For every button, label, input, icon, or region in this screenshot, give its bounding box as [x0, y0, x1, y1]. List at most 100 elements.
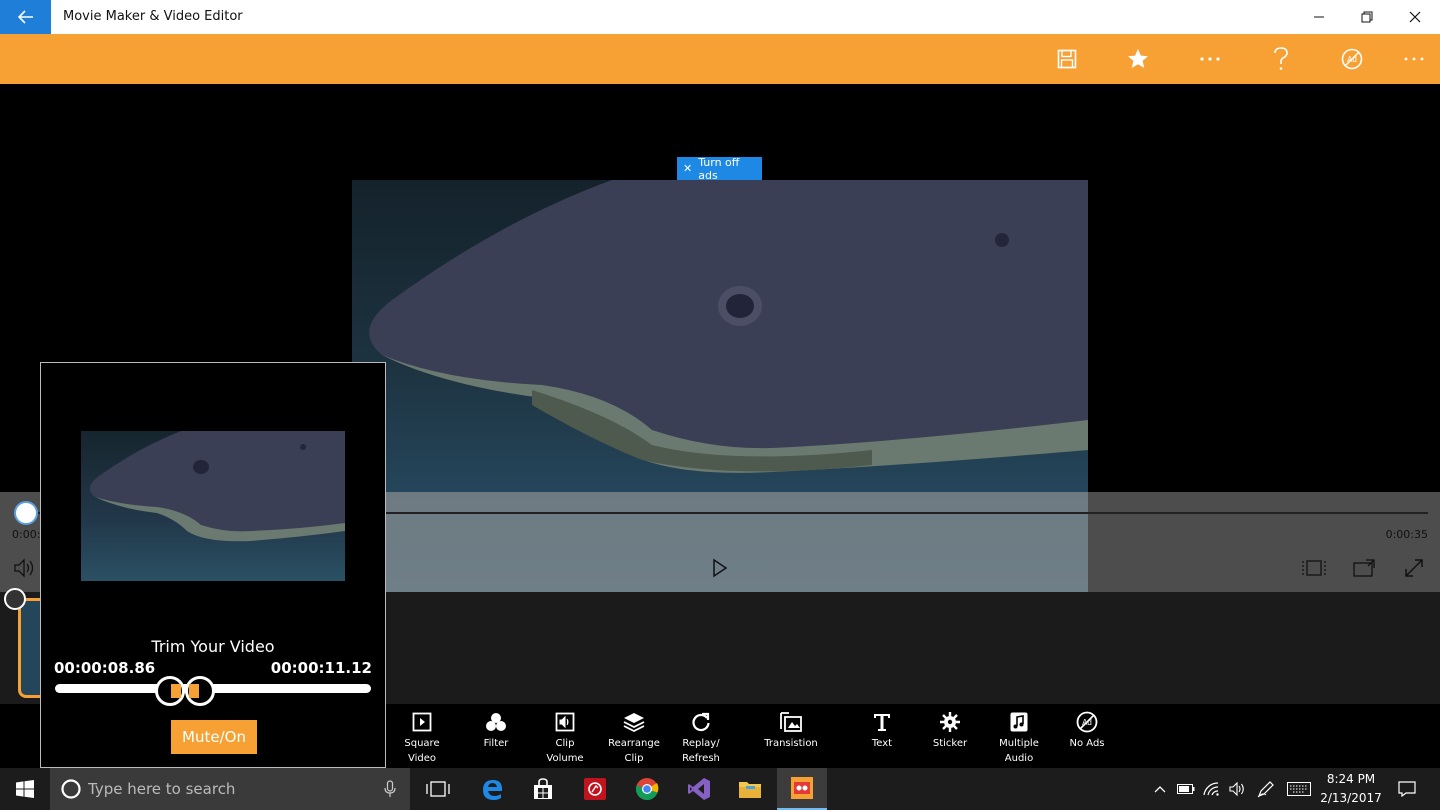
trim-start-handle[interactable]: [155, 676, 185, 706]
text-icon: [870, 710, 894, 734]
current-time: 0:00:: [12, 528, 41, 541]
volume-tray[interactable]: [1224, 768, 1252, 810]
trim-end-handle[interactable]: [185, 676, 215, 706]
pen-tray[interactable]: [1252, 768, 1280, 810]
speaker-icon: [1229, 782, 1244, 796]
search-placeholder: Type here to search: [88, 780, 236, 798]
taskbar-red-app[interactable]: [570, 768, 620, 810]
filter-icon: [484, 710, 508, 734]
clock-date: 2/13/2017: [1320, 791, 1382, 805]
tool-label-line2: Video: [407, 753, 437, 764]
tool-label-line1: Text: [871, 738, 893, 749]
restore-icon: [1361, 11, 1373, 23]
tool-replay-refresh[interactable]: Replay/ Refresh: [663, 710, 739, 766]
clip-handle[interactable]: [4, 588, 26, 610]
taskbar-edge[interactable]: [467, 768, 517, 810]
favorite-button[interactable]: [1116, 34, 1160, 84]
volume-button[interactable]: [11, 554, 39, 582]
taskbar-store[interactable]: [518, 768, 568, 810]
no-ads-button[interactable]: Ad: [1330, 34, 1374, 84]
trim-start-time: 00:00:08.86: [54, 659, 156, 677]
tool-label-line1: Replay/: [682, 738, 720, 749]
notification-icon: [1398, 781, 1416, 797]
trim-dialog: Trim Your Video 00:00:08.86 00:00:11.12 …: [40, 362, 386, 768]
tool-label-line2: Clip: [624, 753, 644, 764]
transition-icon: [779, 710, 803, 734]
tool-text[interactable]: Text: [844, 710, 920, 766]
battery-tray[interactable]: [1172, 768, 1200, 810]
app-toolbar: Ad: [0, 34, 1440, 84]
tool-no-ads[interactable]: Ad No Ads: [1049, 710, 1125, 766]
microphone-icon: [384, 780, 396, 797]
tool-label-line1: Rearrange: [608, 738, 660, 749]
taskbar-visual-studio[interactable]: [674, 768, 724, 810]
fullscreen-button[interactable]: [1400, 554, 1428, 582]
square-video-icon: [410, 710, 434, 734]
tool-label-line1: Square: [404, 738, 440, 749]
tool-label-line1: Clip: [555, 738, 575, 749]
more-button[interactable]: [1188, 34, 1232, 84]
star-icon: [1128, 49, 1148, 68]
ad-close-icon: ✕: [683, 162, 693, 175]
keyboard-tray[interactable]: [1285, 768, 1313, 810]
restore-button[interactable]: [1344, 0, 1390, 34]
turn-off-ads-link[interactable]: ✕ Turn off ads: [677, 155, 762, 182]
seek-thumb[interactable]: [14, 501, 38, 525]
mute-toggle-button[interactable]: Mute/On: [171, 720, 257, 754]
back-arrow-icon: [17, 10, 33, 24]
tool-label-line1: Filter: [483, 738, 509, 749]
tool-sticker[interactable]: Sticker: [912, 710, 988, 766]
trim-end-marker: [189, 684, 199, 698]
app-window: Movie Maker & Video Editor Ad: [0, 0, 1440, 810]
taskbar-clock[interactable]: 8:24 PM 2/13/2017: [1318, 770, 1384, 808]
trim-title: Trim Your Video: [151, 637, 275, 656]
wifi-icon: [1203, 782, 1219, 796]
minimize-button[interactable]: [1296, 0, 1342, 34]
taskbar-chrome[interactable]: [622, 768, 672, 810]
ad-text: Turn off ads: [698, 155, 740, 182]
taskbar-search-box[interactable]: Type here to search: [50, 768, 410, 810]
pen-ink-icon: [1257, 781, 1274, 798]
cast-button[interactable]: [1350, 554, 1378, 582]
back-button[interactable]: [0, 0, 51, 34]
show-hidden-icons-button[interactable]: [1146, 768, 1174, 810]
trim-start-marker: [171, 684, 181, 698]
touch-keyboard-icon: [1287, 782, 1311, 796]
no-ads-icon: Ad: [1075, 710, 1099, 734]
fullscreen-icon: [1405, 559, 1423, 577]
taskbar-file-explorer[interactable]: [725, 768, 775, 810]
aspect-ratio-button[interactable]: [1300, 554, 1328, 582]
action-center-button[interactable]: [1392, 768, 1422, 810]
close-icon: [1409, 11, 1421, 23]
store-icon: [534, 778, 552, 799]
tool-filter[interactable]: Filter: [458, 710, 534, 766]
tool-label-line1: Multiple: [999, 738, 1039, 749]
trim-preview-thumbnail: [81, 431, 345, 581]
help-button[interactable]: [1259, 34, 1303, 84]
movie-maker-icon: [791, 777, 813, 799]
play-button[interactable]: [706, 554, 734, 582]
ad-block-icon: Ad: [1341, 48, 1363, 70]
task-view-icon: [426, 781, 450, 797]
help-icon: [1274, 47, 1288, 70]
tool-label-line1: No Ads: [1069, 738, 1105, 749]
tool-rearrange-clip[interactable]: Rearrange Clip: [596, 710, 672, 766]
task-view-button[interactable]: [413, 768, 463, 810]
tool-transition[interactable]: Transistion: [753, 710, 829, 766]
save-button[interactable]: [1045, 34, 1089, 84]
cast-icon: [1353, 559, 1375, 577]
app-title: Movie Maker & Video Editor: [63, 9, 243, 24]
more-dots-icon: [1200, 57, 1220, 61]
tool-clip-volume[interactable]: Clip Volume: [527, 710, 603, 766]
taskbar-movie-maker[interactable]: [777, 768, 827, 810]
start-button[interactable]: [0, 768, 50, 810]
network-tray[interactable]: [1198, 768, 1226, 810]
chevron-up-icon: [1154, 786, 1166, 793]
tool-label-line2: Audio: [1004, 753, 1034, 764]
tool-multiple-audio[interactable]: Multiple Audio: [981, 710, 1057, 766]
play-icon: [713, 558, 728, 578]
overflow-menu-button[interactable]: [1392, 34, 1436, 84]
trim-end-time: 00:00:11.12: [270, 659, 372, 677]
close-button[interactable]: [1392, 0, 1438, 34]
tool-square-video[interactable]: Square Video: [384, 710, 460, 766]
